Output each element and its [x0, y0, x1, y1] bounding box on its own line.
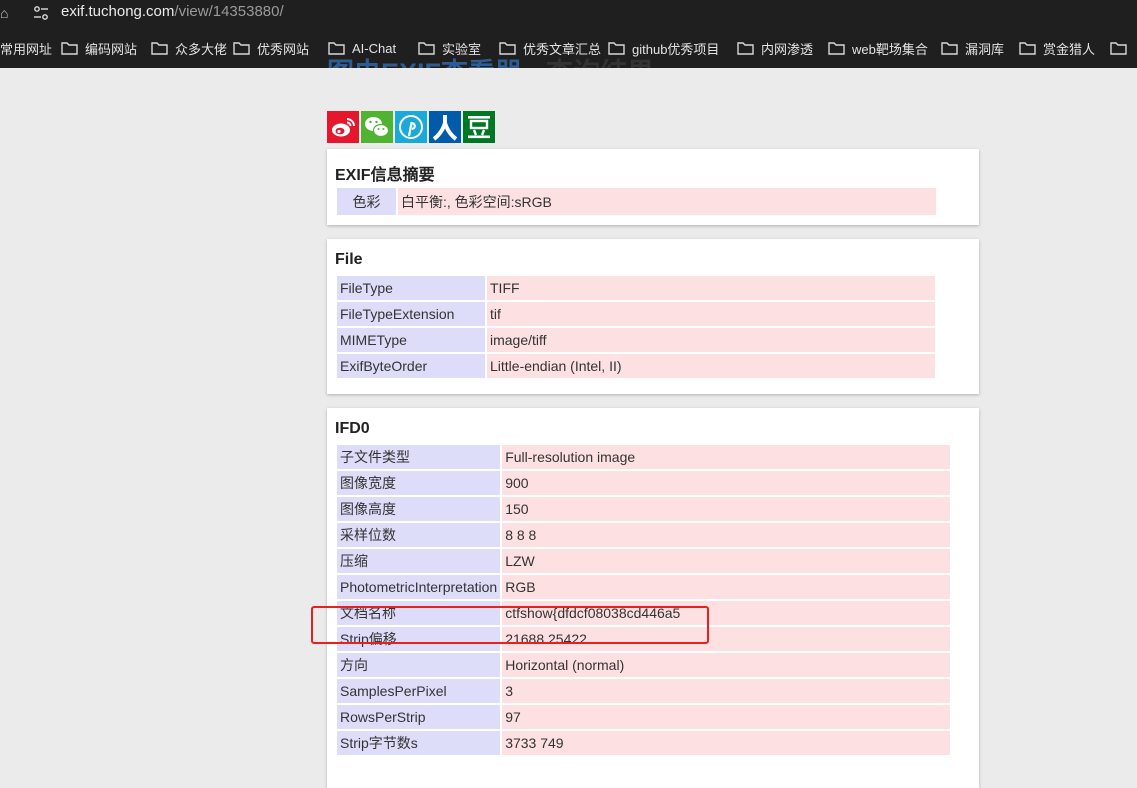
row-value: 8 8 8: [502, 523, 951, 547]
row-key: 采样位数: [337, 523, 501, 547]
row-key: 色彩: [337, 188, 396, 215]
row-key: PhotometricInterpretation: [337, 575, 501, 599]
table-row: MIMEType image/tiff: [337, 328, 935, 352]
folder-icon: [1019, 42, 1036, 55]
pinterest-icon[interactable]: [395, 111, 427, 143]
bookmark-item[interactable]: 漏洞库: [941, 40, 1005, 57]
share-icons: [327, 111, 495, 143]
exif-summary-heading: EXIF信息摘要: [335, 167, 435, 184]
bookmark-item[interactable]: 赏金猎人: [1019, 40, 1096, 57]
page-title-suffix: - 查询结果: [522, 58, 655, 68]
row-key: FileTypeExtension: [337, 302, 485, 326]
bookmark-item[interactable]: 编码网站: [61, 40, 138, 57]
bookmark-label: 内网渗透: [761, 41, 814, 57]
row-value: tif: [487, 302, 935, 326]
folder-icon: [151, 42, 168, 55]
folder-icon: [828, 42, 845, 55]
exif-summary-card: EXIF信息摘要 色彩 白平衡:, 色彩空间:sRGB: [327, 149, 979, 225]
row-value: Horizontal (normal): [502, 653, 951, 677]
bookmark-item[interactable]: 内网渗透: [737, 40, 814, 57]
site-settings-icon[interactable]: [32, 5, 50, 21]
ifd0-card: IFD0 子文件类型 Full-resolution image 图像宽度 900 图像…: [327, 408, 979, 788]
file-table: FileType TIFF FileTypeExtension tif MIMEType…: [335, 274, 937, 380]
table-row: 色彩 白平衡:, 色彩空间:sRGB: [337, 188, 936, 215]
folder-icon: [61, 42, 78, 55]
renren-icon[interactable]: [429, 111, 461, 143]
table-row: 采样位数 8 8 8: [337, 523, 951, 547]
folder-icon: [941, 42, 958, 55]
bookmark-label: 漏洞库: [965, 41, 1005, 57]
row-value: TIFF: [487, 276, 935, 300]
row-key: 图像宽度: [337, 471, 501, 495]
folder-icon: [737, 42, 754, 55]
table-row: ExifByteOrder Little-endian (Intel, II): [337, 354, 935, 378]
ifd0-heading: IFD0: [335, 420, 370, 437]
folder-icon: [1110, 42, 1127, 55]
bookmark-label: 常用网址: [0, 41, 53, 57]
file-card: File FileType TIFF FileTypeExtension tif MIM…: [327, 239, 979, 394]
table-row: 子文件类型 Full-resolution image: [337, 445, 951, 469]
row-value: image/tiff: [487, 328, 935, 352]
table-row: PhotometricInterpretation RGB: [337, 575, 951, 599]
bookmark-label: web靶场集合: [852, 41, 928, 57]
row-key: ExifByteOrder: [337, 354, 485, 378]
row-key: RowsPerStrip: [337, 705, 501, 729]
home-icon[interactable]: ⌂: [0, 5, 8, 21]
row-key: 子文件类型: [337, 445, 501, 469]
table-row: 方向 Horizontal (normal): [337, 653, 951, 677]
row-key: 压缩: [337, 549, 501, 573]
table-row: 图像高度 150: [337, 497, 951, 521]
bookmark-item[interactable]: web靶场集合: [828, 40, 928, 57]
row-value: 97: [502, 705, 951, 729]
ifd0-table: 子文件类型 Full-resolution image 图像宽度 900 图像高度 150…: [335, 443, 952, 757]
table-row: FileTypeExtension tif: [337, 302, 935, 326]
row-value: Full-resolution image: [502, 445, 951, 469]
table-row: 图像宽度 900: [337, 471, 951, 495]
row-key: 图像高度: [337, 497, 501, 521]
wechat-icon[interactable]: [361, 111, 393, 143]
table-row: 压缩 LZW: [337, 549, 951, 573]
table-row: RowsPerStrip 97: [337, 705, 951, 729]
bookmark-item[interactable]: 优秀网站: [233, 40, 310, 57]
page-title-main: 图虫EXIF查看器: [327, 58, 522, 68]
bookmark-item[interactable]: 常用网址: [0, 40, 53, 57]
table-row: SamplesPerPixel 3: [337, 679, 951, 703]
url-text[interactable]: exif.tuchong.com/view/14353880/: [61, 3, 284, 20]
row-value: 3733 749: [502, 731, 951, 755]
row-key: MIMEType: [337, 328, 485, 352]
row-value: LZW: [502, 549, 951, 573]
row-key: Strip字节数s: [337, 731, 501, 755]
row-value: RGB: [502, 575, 951, 599]
row-value: 3: [502, 679, 951, 703]
row-value: 白平衡:, 色彩空间:sRGB: [398, 188, 936, 215]
file-heading: File: [335, 251, 363, 268]
page-title: 图虫EXIF查看器 - 查询结果: [327, 51, 654, 68]
bookmark-label: 编码网站: [85, 41, 138, 57]
douban-icon[interactable]: [463, 111, 495, 143]
row-value: 150: [502, 497, 951, 521]
row-value: 900: [502, 471, 951, 495]
address-bar[interactable]: ⌂ exif.tuchong.com/view/14353880/: [0, 0, 1137, 27]
bookmark-label: 众多大佬: [175, 41, 228, 57]
url-path: /view/14353880/: [174, 3, 284, 20]
table-row: FileType TIFF: [337, 276, 935, 300]
row-value: Little-endian (Intel, II): [487, 354, 935, 378]
url-host: exif.tuchong.com: [61, 3, 175, 20]
bookmark-overflow[interactable]: [1110, 40, 1134, 56]
exif-summary-table: 色彩 白平衡:, 色彩空间:sRGB: [335, 186, 938, 217]
table-row: Strip字节数s 3733 749: [337, 731, 951, 755]
row-key: 方向: [337, 653, 501, 677]
folder-icon: [233, 42, 250, 55]
bookmark-label: 优秀网站: [257, 41, 310, 57]
weibo-icon[interactable]: [327, 111, 359, 143]
bookmark-label: 赏金猎人: [1043, 41, 1096, 57]
bookmark-item[interactable]: 众多大佬: [151, 40, 228, 57]
row-key: FileType: [337, 276, 485, 300]
annotation-highlight: [311, 606, 709, 644]
row-key: SamplesPerPixel: [337, 679, 501, 703]
